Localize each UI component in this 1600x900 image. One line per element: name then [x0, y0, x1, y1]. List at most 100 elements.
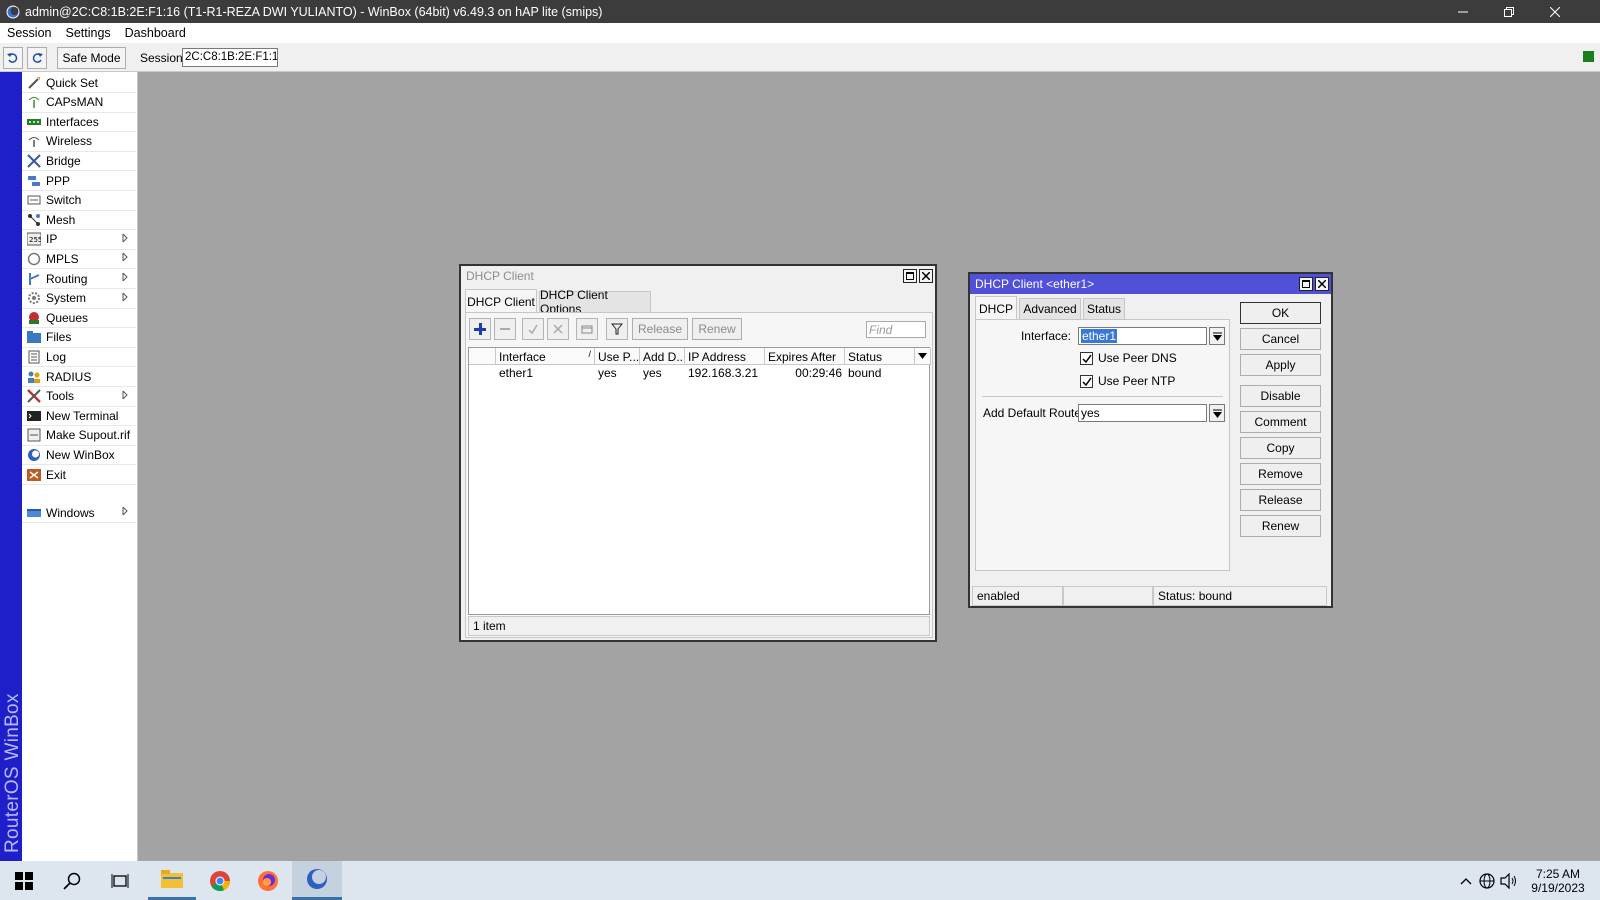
cancel-button[interactable]: Cancel	[1240, 328, 1321, 350]
column-header-ip-address[interactable]: IP Address	[685, 348, 765, 365]
middle-status	[1063, 586, 1153, 606]
task-view-button[interactable]	[96, 861, 144, 900]
sidebar-item-label: Quick Set	[46, 75, 99, 90]
sidebar-item-ip[interactable]: 255 IP	[22, 230, 136, 250]
sidebar-item-log[interactable]: Log	[22, 347, 136, 368]
column-header-use-peer[interactable]: Use P...	[595, 348, 640, 365]
dhcp-client-edit-window[interactable]: DHCP Client <ether1> DHCP Advanced Statu…	[968, 272, 1333, 608]
comment-button[interactable]: Comment	[1240, 411, 1321, 433]
maximize-button[interactable]	[903, 269, 917, 283]
tab-dhcp-client-options[interactable]: DHCP Client Options	[539, 288, 651, 316]
dhcp-client-edit-title[interactable]: DHCP Client <ether1>	[970, 274, 1331, 294]
windows-list-icon	[27, 508, 41, 517]
winbox-taskbar-button[interactable]	[292, 861, 342, 900]
release-button[interactable]: Release	[1240, 489, 1321, 511]
menu-settings[interactable]: Settings	[58, 26, 117, 40]
add-default-route-select[interactable]: yes	[1078, 404, 1207, 422]
minimize-button[interactable]	[1440, 0, 1486, 23]
sidebar-item-wireless[interactable]: Wireless	[22, 132, 136, 152]
renew-button[interactable]: Renew	[1240, 515, 1321, 537]
enable-button[interactable]	[522, 318, 544, 340]
sidebar-item-new-winbox[interactable]: New WinBox	[22, 445, 136, 466]
release-button[interactable]: Release	[632, 318, 688, 340]
sidebar-item-ppp[interactable]: PPP	[22, 171, 136, 191]
filter-button[interactable]	[606, 318, 628, 340]
column-header-expires-after[interactable]: Expires After	[765, 348, 845, 365]
dropdown-arrow-icon	[1212, 409, 1222, 418]
redo-button[interactable]	[27, 47, 47, 69]
close-button[interactable]	[1532, 0, 1578, 23]
renew-button[interactable]: Renew	[692, 318, 742, 340]
interface-dropdown-button[interactable]	[1209, 327, 1225, 345]
undo-button[interactable]	[3, 47, 23, 69]
sidebar-item-tools[interactable]: Tools	[22, 387, 136, 407]
column-header-status[interactable]: Status	[845, 348, 915, 365]
start-button[interactable]	[0, 861, 48, 900]
copy-button[interactable]: Copy	[1240, 437, 1321, 459]
sidebar-item-switch[interactable]: Switch	[22, 191, 136, 211]
sidebar-item-windows[interactable]: Windows	[22, 503, 136, 523]
menu-session[interactable]: Session	[0, 26, 58, 40]
item-count: 1 item	[468, 616, 930, 636]
search-button[interactable]	[48, 861, 96, 900]
session-field[interactable]: 2C:C8:1B:2E:F1:16	[182, 48, 278, 67]
sidebar-item-new-terminal[interactable]: New Terminal	[22, 406, 136, 427]
restore-button[interactable]	[1486, 0, 1532, 23]
sidebar-item-files[interactable]: Files	[22, 328, 136, 348]
remove-button[interactable]	[494, 318, 516, 340]
column-selector[interactable]	[469, 348, 496, 365]
volume-button[interactable]	[1498, 861, 1520, 900]
sidebar-item-make-supout-rif[interactable]: Make Supout.rif	[22, 426, 136, 446]
close-window-button[interactable]	[1315, 277, 1329, 291]
sidebar-item-queues[interactable]: Queues	[22, 308, 136, 329]
file-explorer-button[interactable]	[148, 861, 196, 900]
add-default-route-dropdown-button[interactable]	[1209, 404, 1225, 422]
safe-mode-button[interactable]: Safe Mode	[57, 47, 126, 69]
comment-button[interactable]	[576, 318, 598, 340]
supout-icon	[27, 428, 41, 442]
maximize-icon	[1302, 280, 1310, 288]
chrome-button[interactable]	[196, 861, 244, 900]
close-window-button[interactable]	[919, 269, 933, 283]
apply-button[interactable]: Apply	[1240, 354, 1321, 376]
sidebar-item-mpls[interactable]: MPLS	[22, 249, 136, 270]
maximize-button[interactable]	[1299, 277, 1313, 291]
sidebar-item-mesh[interactable]: Mesh	[22, 210, 136, 231]
sidebar-item-quick-set[interactable]: Quick Set	[22, 73, 136, 93]
network-button[interactable]	[1476, 861, 1498, 900]
dhcp-client-window[interactable]: DHCP Client DHCP Client DHCP Client Opti…	[459, 264, 937, 642]
sidebar-item-system[interactable]: System	[22, 289, 136, 309]
ok-button[interactable]: OK	[1240, 302, 1321, 324]
taskbar-clock[interactable]: 7:25 AM 9/19/2023	[1524, 867, 1592, 895]
column-header-add-default[interactable]: Add D...	[640, 348, 685, 365]
column-header-interface[interactable]: Interface /	[496, 348, 595, 365]
firefox-button[interactable]	[244, 861, 292, 900]
disable-button[interactable]	[547, 318, 569, 340]
sidebar-item-interfaces[interactable]: Interfaces	[22, 112, 136, 133]
submenu-arrow-icon	[122, 506, 128, 516]
sidebar-item-bridge[interactable]: Bridge	[22, 151, 136, 172]
sidebar-item-capsman[interactable]: CAPsMAN	[22, 93, 136, 113]
tab-dhcp-client[interactable]: DHCP Client	[465, 289, 537, 313]
tray-overflow-button[interactable]	[1456, 861, 1476, 900]
tab-dhcp[interactable]: DHCP	[975, 296, 1017, 320]
use-peer-dns-checkbox[interactable]	[1080, 352, 1093, 365]
column-menu-button[interactable]	[915, 348, 931, 365]
add-button[interactable]	[469, 318, 491, 340]
connection-indicator	[1583, 51, 1594, 62]
remove-button[interactable]: Remove	[1240, 463, 1321, 485]
use-peer-ntp-label: Use Peer NTP	[1098, 374, 1176, 388]
find-input[interactable]: Find	[866, 321, 926, 338]
tab-advanced[interactable]: Advanced	[1019, 298, 1081, 320]
tab-status[interactable]: Status	[1083, 298, 1125, 320]
sidebar-item-radius[interactable]: RADIUS	[22, 367, 136, 387]
sidebar-item-routing[interactable]: Routing	[22, 269, 136, 289]
title-bar[interactable]: admin@2C:C8:1B:2E:F1:16 (T1-R1-REZA DWI …	[0, 0, 1600, 23]
sidebar-item-exit[interactable]: Exit	[22, 465, 136, 485]
interface-select[interactable]: ether1	[1078, 327, 1207, 345]
dhcp-client-window-title[interactable]: DHCP Client	[461, 266, 935, 286]
menu-dashboard[interactable]: Dashboard	[118, 26, 193, 40]
submenu-arrow-icon	[122, 292, 128, 301]
use-peer-ntp-checkbox[interactable]	[1080, 375, 1093, 388]
disable-button[interactable]: Disable	[1240, 385, 1321, 407]
